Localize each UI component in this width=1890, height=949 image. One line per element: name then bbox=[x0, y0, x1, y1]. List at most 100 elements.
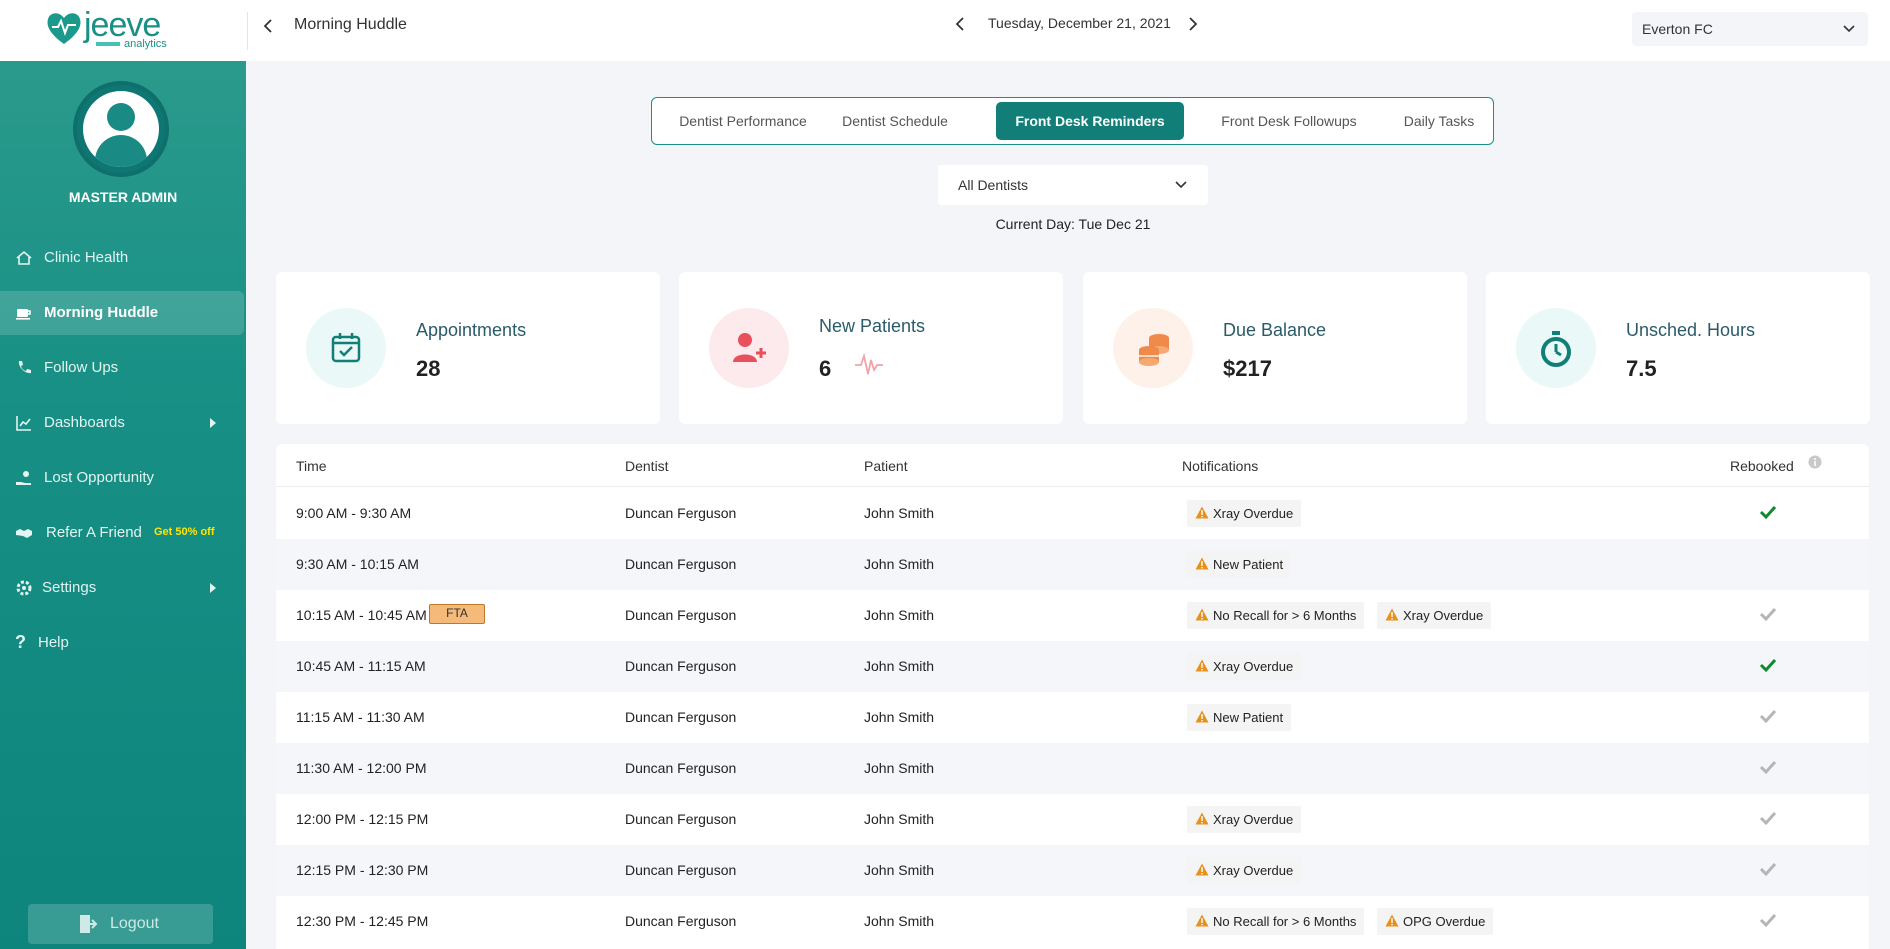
report-tabs: Dentist Performance Dentist Schedule Fro… bbox=[651, 97, 1494, 145]
table-row[interactable]: 11:30 AM - 12:00 PM Duncan Ferguson John S… bbox=[276, 743, 1869, 794]
time-cell: 11:30 AM - 12:00 PM bbox=[296, 760, 427, 776]
patient-cell[interactable]: John Smith bbox=[864, 862, 934, 878]
home-icon bbox=[16, 250, 32, 265]
kpi-title: Due Balance bbox=[1223, 320, 1327, 340]
table-row[interactable]: 9:00 AM - 9:30 AM Duncan Ferguson John Smi… bbox=[276, 488, 1869, 539]
next-date-icon[interactable] bbox=[1183, 12, 1203, 36]
reminders-table: Time Dentist Patient Notifications Reboo… bbox=[276, 444, 1869, 949]
rebooked-check-icon bbox=[1759, 658, 1777, 673]
kpi-card-unscheduled-hours: Unsched. Hours 7.5 bbox=[1486, 272, 1870, 424]
warning-icon bbox=[1385, 608, 1399, 621]
column-header-rebooked[interactable]: Rebooked bbox=[1730, 458, 1794, 474]
phone-icon bbox=[18, 361, 31, 374]
sidebar-item-help[interactable]: ? Help bbox=[0, 621, 246, 665]
dentist-cell: Duncan Ferguson bbox=[625, 658, 737, 674]
tab-dentist-performance[interactable]: Dentist Performance bbox=[668, 102, 818, 140]
heartbeat-icon bbox=[855, 352, 883, 375]
rebooked-check-icon bbox=[1759, 913, 1777, 928]
clinic-select[interactable]: Everton FC bbox=[1632, 12, 1868, 46]
table-row[interactable]: 12:15 PM - 12:30 PM Duncan Ferguson John S… bbox=[276, 845, 1869, 896]
table-row[interactable]: 12:00 PM - 12:15 PM Duncan Ferguson John S… bbox=[276, 794, 1869, 845]
notification-badge: OPG Overdue bbox=[1377, 908, 1494, 935]
info-icon[interactable] bbox=[1808, 455, 1822, 469]
column-header-patient[interactable]: Patient bbox=[864, 458, 908, 474]
chevron-down-icon bbox=[1175, 181, 1187, 189]
notification-badge: Xray Overdue bbox=[1187, 857, 1302, 884]
avatar-frame bbox=[83, 91, 159, 167]
notification-badge: Xray Overdue bbox=[1187, 653, 1302, 680]
sidebar-item-morning-huddle[interactable]: Morning Huddle bbox=[0, 291, 244, 335]
table-row[interactable]: 10:15 AM - 10:45 AM FTA Duncan Ferguson Joh… bbox=[276, 590, 1869, 641]
patient-cell[interactable]: John Smith bbox=[864, 658, 934, 674]
clinic-select-value: Everton FC bbox=[1642, 21, 1713, 37]
calendar-check-icon bbox=[331, 333, 361, 363]
tab-front-desk-followups[interactable]: Front Desk Followups bbox=[1192, 102, 1386, 140]
kpi-value: 6 bbox=[819, 356, 832, 381]
jeeve-logo[interactable]: jeeve analytics bbox=[44, 6, 184, 50]
tab-dentist-schedule[interactable]: Dentist Schedule bbox=[832, 102, 958, 140]
kpi-card-new-patients: New Patients 6 bbox=[679, 272, 1063, 424]
notification-badge: New Patient bbox=[1187, 704, 1292, 731]
notification-text: Xray Overdue bbox=[1213, 506, 1294, 521]
stopwatch-icon bbox=[1541, 331, 1571, 367]
table-row[interactable]: 12:30 PM - 12:45 PM Duncan Ferguson John S… bbox=[276, 896, 1869, 947]
kpi-value: $217 bbox=[1223, 356, 1272, 381]
coffee-cup-icon bbox=[16, 309, 31, 320]
sidebar-item-dashboards[interactable]: Dashboards bbox=[0, 401, 246, 445]
notification-text: No Recall for > 6 Months bbox=[1213, 914, 1357, 929]
heart-logo-icon bbox=[47, 13, 81, 44]
warning-icon bbox=[1385, 914, 1399, 927]
sidebar-item-clinic-health[interactable]: Clinic Health bbox=[0, 236, 246, 280]
dentist-cell: Duncan Ferguson bbox=[625, 505, 737, 521]
patient-cell[interactable]: John Smith bbox=[864, 505, 934, 521]
warning-icon bbox=[1195, 863, 1209, 876]
patient-cell[interactable]: John Smith bbox=[864, 709, 934, 725]
sidebar-item-refer-a-friend[interactable]: Refer A Friend Get 50% off bbox=[0, 511, 246, 555]
patient-cell[interactable]: John Smith bbox=[864, 913, 934, 929]
column-header-notifications[interactable]: Notifications bbox=[1182, 458, 1258, 474]
patient-cell[interactable]: John Smith bbox=[864, 607, 934, 623]
notification-badge: No Recall for > 6 Months bbox=[1187, 908, 1365, 935]
time-cell: 11:15 AM - 11:30 AM bbox=[296, 709, 425, 725]
time-cell: 12:00 PM - 12:15 PM bbox=[296, 811, 429, 827]
kpi-value: 7.5 bbox=[1626, 356, 1657, 381]
column-header-dentist[interactable]: Dentist bbox=[625, 458, 669, 474]
table-row[interactable]: 11:15 AM - 11:30 AM Duncan Ferguson John S… bbox=[276, 692, 1869, 743]
sidebar-item-label: Settings bbox=[42, 579, 97, 596]
sidebar-item-lost-opportunity[interactable]: Lost Opportunity bbox=[0, 456, 246, 500]
warning-icon bbox=[1195, 506, 1209, 519]
tab-daily-tasks[interactable]: Daily Tasks bbox=[1394, 102, 1484, 140]
patient-cell[interactable]: John Smith bbox=[864, 760, 934, 776]
sidebar-item-settings[interactable]: Settings bbox=[0, 566, 246, 610]
logout-button[interactable]: Logout bbox=[28, 904, 213, 944]
dentist-cell: Duncan Ferguson bbox=[625, 862, 737, 878]
tab-front-desk-reminders[interactable]: Front Desk Reminders bbox=[996, 102, 1184, 140]
column-header-time[interactable]: Time bbox=[296, 458, 327, 474]
dentist-cell: Duncan Ferguson bbox=[625, 556, 737, 572]
time-cell: 12:15 PM - 12:30 PM bbox=[296, 862, 429, 878]
chart-icon bbox=[16, 416, 31, 431]
notification-text: OPG Overdue bbox=[1403, 914, 1486, 929]
back-arrow-icon[interactable] bbox=[258, 14, 278, 38]
patient-cell[interactable]: John Smith bbox=[864, 556, 934, 572]
dentist-cell: Duncan Ferguson bbox=[625, 811, 737, 827]
current-date-label[interactable]: Tuesday, December 21, 2021 bbox=[988, 15, 1171, 31]
dentist-cell: Duncan Ferguson bbox=[625, 709, 737, 725]
gear-icon bbox=[16, 580, 32, 596]
logout-icon bbox=[80, 915, 98, 933]
avatar[interactable] bbox=[73, 81, 169, 177]
previous-date-icon[interactable] bbox=[950, 12, 970, 36]
table-row[interactable]: 10:45 AM - 11:15 AM Duncan Ferguson John S… bbox=[276, 641, 1869, 692]
user-name: MASTER ADMIN bbox=[68, 189, 178, 205]
sidebar-item-follow-ups[interactable]: Follow Ups bbox=[0, 346, 246, 390]
sidebar: MASTER ADMIN Clinic Health Morning Huddl… bbox=[0, 61, 246, 949]
dentist-filter-select[interactable]: All Dentists bbox=[938, 165, 1208, 205]
time-cell: 9:30 AM - 10:15 AM bbox=[296, 556, 419, 572]
rebooked-check-icon bbox=[1759, 811, 1777, 826]
time-cell: 12:30 PM - 12:45 PM bbox=[296, 913, 429, 929]
table-row[interactable]: 9:30 AM - 10:15 AM Duncan Ferguson John Sm… bbox=[276, 539, 1869, 590]
notification-text: Xray Overdue bbox=[1213, 863, 1294, 878]
avatar-body-shape bbox=[95, 135, 147, 167]
coins-icon bbox=[1139, 334, 1169, 366]
patient-cell[interactable]: John Smith bbox=[864, 811, 934, 827]
